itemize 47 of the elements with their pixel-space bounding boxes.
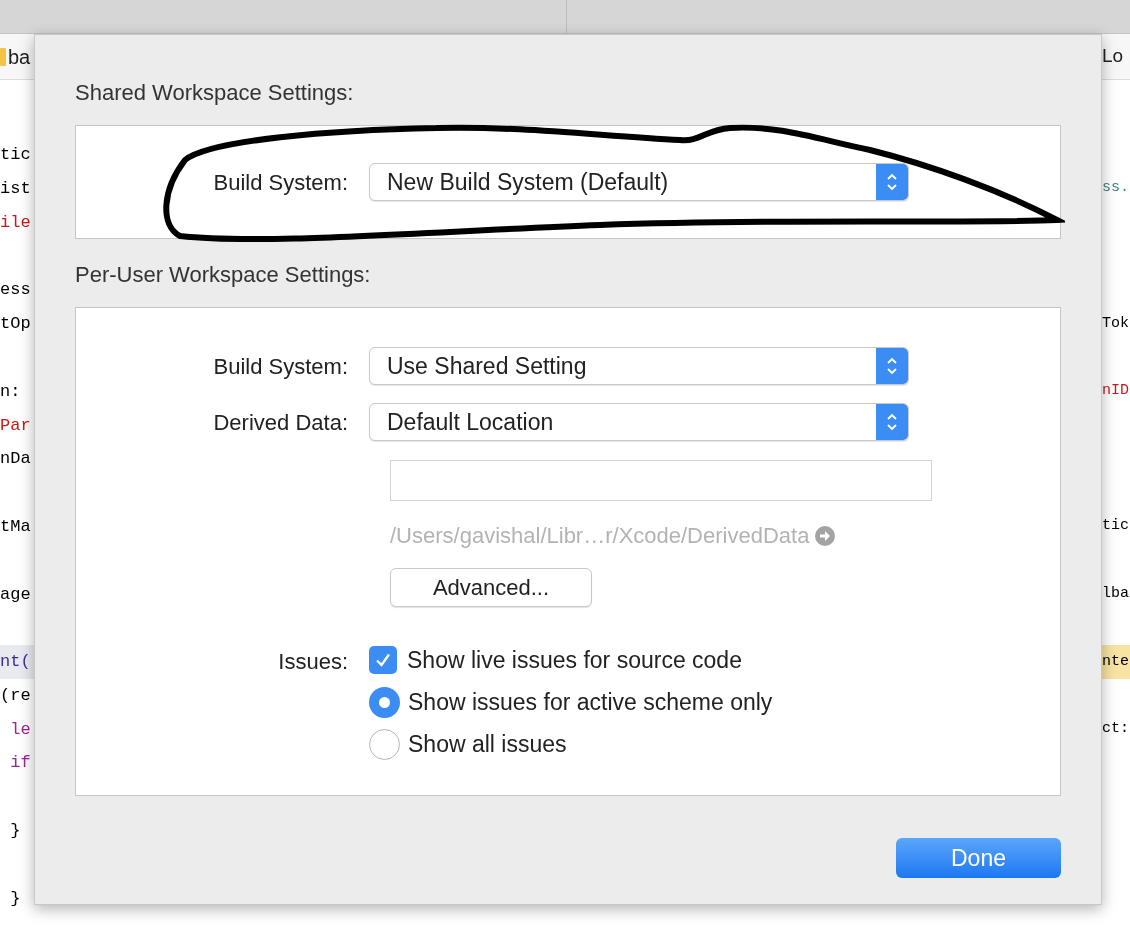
code-text: Tok [1102,313,1129,334]
code-text: nDa [0,448,31,471]
code-text: le [9,718,31,741]
code-text: if [9,752,31,775]
radio-button[interactable] [369,728,400,760]
code-text: nte [1102,651,1129,672]
radio-label: Show all issues [408,729,567,759]
field-label: Build System: [212,352,349,381]
popup-menu[interactable]: Default Location [369,403,909,441]
stepper-icon [876,164,908,200]
code-text: n: [0,380,21,403]
popup-menu[interactable]: New Build System (Default) [369,163,909,201]
arrow-circle-icon[interactable] [815,525,836,546]
code-text: tic [0,144,31,167]
path-text: /Users/gavishal/Libr…r/Xcode/DerivedData [390,522,810,550]
section-heading: Per-User Workspace Settings: [75,261,372,289]
checkbox-label: Show live issues for source code [407,645,742,675]
code-text: } [9,820,21,843]
code-text: tic [1102,516,1129,537]
code-text: ess [0,279,31,302]
code-text: (re [0,684,31,707]
field-label: Build System: [212,168,349,197]
advanced-button[interactable]: Advanced... [390,568,592,607]
path-field[interactable] [390,460,932,501]
code-text: Par [0,414,31,437]
code-text: age [0,583,31,606]
code-text: } [9,887,21,910]
radio-label: Show issues for active scheme only [408,687,773,717]
code-text: nID [1102,381,1129,402]
stepper-icon [876,404,908,440]
field-label: Issues: [277,648,349,676]
radio-button[interactable] [369,686,400,718]
code-text: tOp [0,313,31,336]
popup-menu[interactable]: Use Shared Setting [369,347,909,385]
code-text: nt( [0,651,31,674]
code-text: ss. [1102,178,1129,199]
code-text: ile [0,211,31,234]
stepper-icon [876,348,908,384]
field-label: Derived Data: [212,408,349,437]
code-text: tMa [0,515,31,538]
code-text: ct: [1102,719,1129,740]
code-text: ist [0,177,31,200]
section-heading: Shared Workspace Settings: [75,79,355,107]
code-text: lba [1102,584,1129,604]
checkbox[interactable] [369,646,397,674]
checkmark-icon [374,651,392,669]
file-icon [0,47,6,66]
